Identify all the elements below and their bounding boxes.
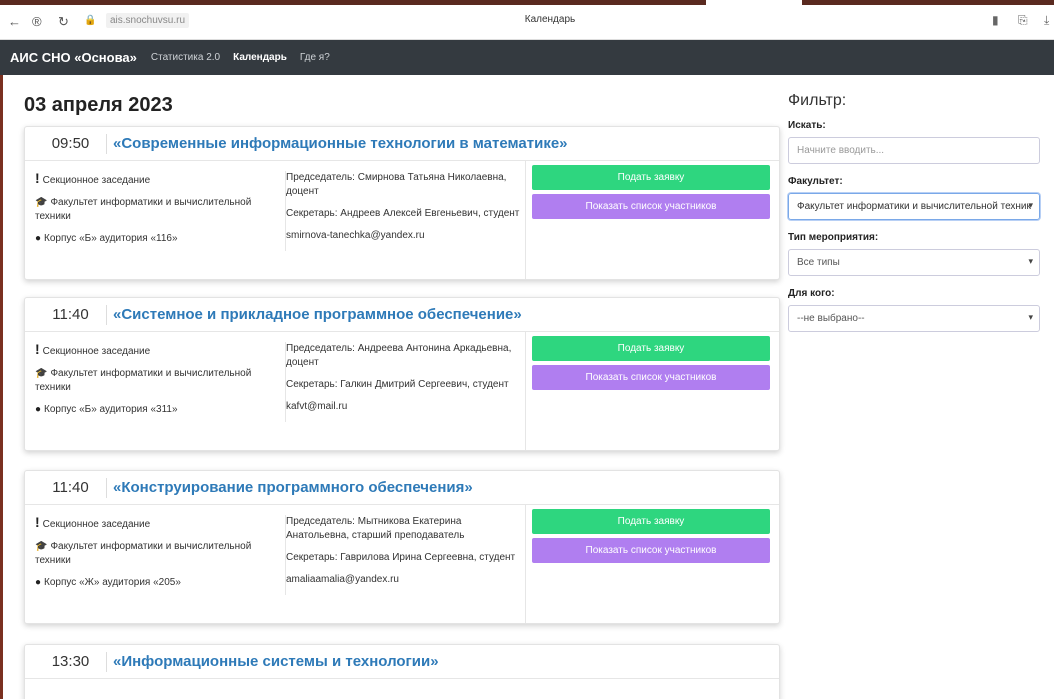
event-secretary: Секретарь: Галкин Дмитрий Сергеевич, сту… xyxy=(286,379,509,390)
date-heading: 03 апреля 2023 xyxy=(24,94,173,116)
event-secretary: Секретарь: Гаврилова Ирина Сергеевна, ст… xyxy=(286,552,516,563)
map-marker-icon: ● xyxy=(35,233,42,244)
window-edge xyxy=(0,0,706,5)
event-chair: Председатель: Смирнова Татьяна Николаевн… xyxy=(286,172,507,197)
event-title-link[interactable]: «Конструирование программного обеспечени… xyxy=(113,479,473,496)
event-card: 11:40 «Системное и прикладное программно… xyxy=(24,297,780,451)
nav-where-am-i[interactable]: Где я? xyxy=(300,52,330,63)
event-title-link[interactable]: «Информационные системы и технологии» xyxy=(113,653,439,670)
show-participants-button[interactable]: Показать список участников xyxy=(532,365,770,390)
event-email: kafvt@mail.ru xyxy=(286,401,348,412)
nav-statistics[interactable]: Статистика 2.0 xyxy=(151,52,220,63)
event-chair: Председатель: Мытникова Екатерина Анатол… xyxy=(286,516,465,541)
event-title-link[interactable]: «Современные информационные технологии в… xyxy=(113,135,568,152)
event-time: 13:30 xyxy=(35,651,107,672)
event-time: 09:50 xyxy=(35,133,107,154)
audience-select[interactable]: --не выбрано-- ▾ xyxy=(788,305,1040,332)
event-card: 09:50 «Современные информационные технол… xyxy=(24,126,780,280)
event-type-select[interactable]: Все типы ▾ xyxy=(788,249,1040,276)
audience-label: Для кого: xyxy=(788,288,835,299)
window-frame-edge xyxy=(0,75,3,699)
filter-title: Фильтр: xyxy=(788,92,847,109)
graduation-cap-icon: 🎓 xyxy=(35,197,48,208)
event-type-selected-value: Все типы xyxy=(797,257,840,268)
exclamation-icon: ! xyxy=(35,170,40,186)
graduation-cap-icon: 🎓 xyxy=(35,541,48,552)
bookmark-icon[interactable]: ▮ xyxy=(992,13,999,27)
event-time: 11:40 xyxy=(35,477,107,498)
event-email: amaliaamalia@yandex.ru xyxy=(286,574,399,585)
browser-toolbar: ← ® ↻ 🔒 ais.snochuvsu.ru Календарь ▮ ⎘ ⤓ xyxy=(0,0,1054,40)
top-navbar: АИС СНО «Основа» Статистика 2.0 Календар… xyxy=(0,40,1054,75)
brand-link[interactable]: АИС СНО «Основа» xyxy=(10,50,137,65)
chevron-down-icon: ▾ xyxy=(1028,256,1033,266)
audience-selected-value: --не выбрано-- xyxy=(797,313,865,324)
apply-button[interactable]: Подать заявку xyxy=(532,165,770,190)
faculty-selected-value: Факультет информатики и вычислительной т… xyxy=(797,201,1031,212)
search-input[interactable]: Начните вводить... xyxy=(788,137,1040,164)
event-faculty: Факультет информатики и вычислительной т… xyxy=(35,541,252,566)
event-type: Секционное заседание xyxy=(42,175,151,186)
map-marker-icon: ● xyxy=(35,577,42,588)
map-marker-icon: ● xyxy=(35,404,42,415)
show-participants-button[interactable]: Показать список участников xyxy=(532,194,770,219)
faculty-select[interactable]: Факультет информатики и вычислительной т… xyxy=(788,193,1040,220)
event-title-link[interactable]: «Системное и прикладное программное обес… xyxy=(113,306,522,323)
page-tab-title: Календарь xyxy=(524,14,576,25)
event-faculty: Факультет информатики и вычислительной т… xyxy=(35,368,252,393)
graduation-cap-icon: 🎓 xyxy=(35,368,48,379)
faculty-label: Факультет: xyxy=(788,176,843,187)
event-chair: Председатель: Андреева Антонина Аркадьев… xyxy=(286,343,512,368)
event-time: 11:40 xyxy=(35,304,107,325)
apply-button[interactable]: Подать заявку xyxy=(532,336,770,361)
window-edge-right xyxy=(802,0,1054,5)
apply-button[interactable]: Подать заявку xyxy=(532,509,770,534)
event-faculty: Факультет информатики и вычислительной т… xyxy=(35,197,252,222)
chevron-down-icon: ▾ xyxy=(1028,200,1033,210)
event-card: 13:30 «Информационные системы и технолог… xyxy=(24,644,780,699)
show-participants-button[interactable]: Показать список участников xyxy=(532,538,770,563)
event-location: Корпус «Ж» аудитория «205» xyxy=(44,577,181,588)
event-location: Корпус «Б» аудитория «311» xyxy=(44,404,178,415)
event-type-label: Тип мероприятия: xyxy=(788,232,879,243)
event-email: smirnova-tanechka@yandex.ru xyxy=(286,230,425,241)
share-icon[interactable]: ⎘ xyxy=(1018,13,1028,28)
filter-panel: Фильтр: Искать: Начните вводить... Факул… xyxy=(788,92,1043,344)
exclamation-icon: ! xyxy=(35,341,40,357)
event-type: Секционное заседание xyxy=(42,519,151,530)
search-label: Искать: xyxy=(788,120,826,131)
chevron-down-icon: ▾ xyxy=(1028,312,1033,322)
search-placeholder: Начните вводить... xyxy=(797,145,885,156)
event-card: 11:40 «Конструирование программного обес… xyxy=(24,470,780,624)
event-type: Секционное заседание xyxy=(42,346,151,357)
event-secretary: Секретарь: Андреев Алексей Евгеньевич, с… xyxy=(286,208,520,219)
download-icon[interactable]: ⤓ xyxy=(1044,13,1049,28)
nav-calendar[interactable]: Календарь xyxy=(233,52,287,63)
exclamation-icon: ! xyxy=(35,514,40,530)
event-location: Корпус «Б» аудитория «116» xyxy=(44,233,178,244)
